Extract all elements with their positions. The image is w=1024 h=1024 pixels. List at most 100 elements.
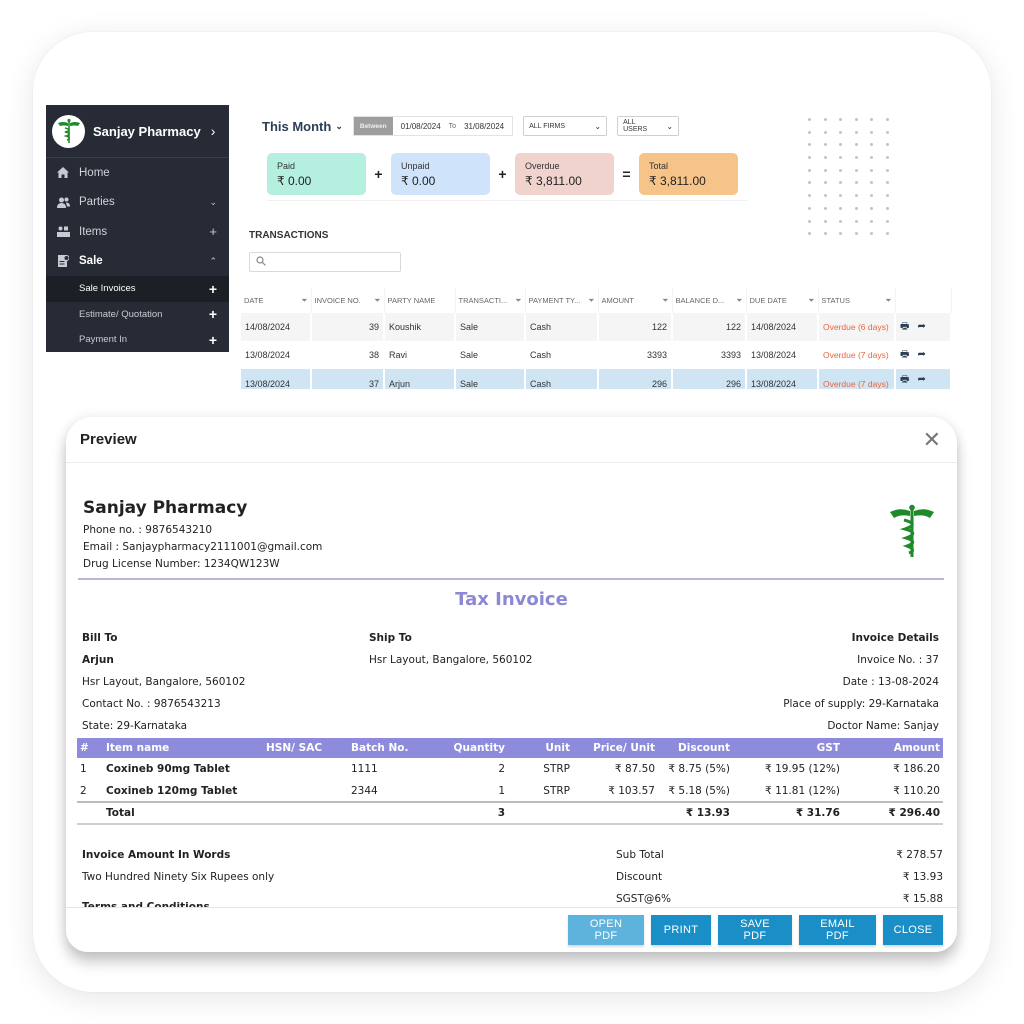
filter-icon[interactable]: ⏷ xyxy=(808,296,814,306)
share-icon[interactable]: ➦ xyxy=(917,321,925,332)
print-icon[interactable]: 🖶 xyxy=(900,374,909,385)
summary-value: ₹ 278.57 xyxy=(896,849,943,861)
column-header-date[interactable]: DATE ⏷ xyxy=(241,288,312,313)
cell-invoice-no: 37 xyxy=(311,369,385,389)
add-estimate-icon[interactable]: + xyxy=(209,306,217,322)
overdue-card[interactable]: Overdue ₹ 3,811.00 xyxy=(515,153,614,195)
decorative-dot xyxy=(823,156,827,160)
chevron-up-icon[interactable]: ⌃ xyxy=(209,256,217,267)
chevron-down-icon: ⌄ xyxy=(335,120,343,131)
add-item-icon[interactable]: + xyxy=(209,224,217,239)
column-header-invoice-no[interactable]: INVOICE NO. ⏷ xyxy=(311,288,385,313)
period-label: This Month xyxy=(262,118,332,134)
decorative-dot xyxy=(854,143,858,147)
print-icon[interactable]: 🖶 xyxy=(900,349,909,360)
period-dropdown[interactable]: This Month ⌄ xyxy=(262,119,343,134)
decorative-dot xyxy=(823,130,827,134)
sale-icon xyxy=(56,255,70,268)
filter-icon[interactable]: ⏷ xyxy=(588,296,594,306)
column-header-due-date[interactable]: DUE DATE ⏷ xyxy=(746,288,819,313)
close-button[interactable]: CLOSE xyxy=(883,915,943,945)
decorative-dot xyxy=(823,118,827,121)
share-icon[interactable]: ➦ xyxy=(917,349,925,360)
print-icon[interactable]: 🖶 xyxy=(900,321,909,332)
filter-icon[interactable]: ⏷ xyxy=(301,296,307,306)
column-header-balance-due[interactable]: BALANCE D... ⏷ xyxy=(672,288,747,313)
bill-to-heading: Bill To xyxy=(82,632,118,644)
table-row-selected[interactable]: 13/08/2024 37 Arjun Sale Cash 296 296 13… xyxy=(241,369,952,389)
transactions-table: DATE ⏷ INVOICE NO. ⏷ PARTY NAME TRANSACTI.… xyxy=(241,288,952,389)
unpaid-card[interactable]: Unpaid ₹ 0.00 xyxy=(391,153,490,195)
cell-date: 13/08/2024 xyxy=(241,341,312,369)
filter-icon[interactable]: ⏷ xyxy=(736,296,742,306)
total-card[interactable]: Total ₹ 3,811.00 xyxy=(639,153,738,195)
filter-icon[interactable]: ⏷ xyxy=(662,296,668,306)
column-header-amount[interactable]: AMOUNT ⏷ xyxy=(598,288,673,313)
decorative-dot xyxy=(885,181,889,185)
decorative-dot xyxy=(839,181,842,185)
decorative-dot xyxy=(839,194,842,198)
decorative-dot xyxy=(885,130,889,134)
decorative-dot xyxy=(823,143,827,147)
decorative-dot xyxy=(854,130,858,134)
cell-type: Sale xyxy=(455,341,526,369)
column-header-transaction-type[interactable]: TRANSACTI... ⏷ xyxy=(455,288,526,313)
firm-select[interactable]: ALL FIRMS ⌄ xyxy=(523,116,608,136)
item-amount: ₹ 110.20 xyxy=(893,784,940,797)
column-header-status[interactable]: STATUS ⏷ xyxy=(818,288,896,313)
cell-balance: 3393 xyxy=(672,341,747,369)
filter-icon[interactable]: ⏷ xyxy=(885,296,891,306)
row-actions: 🖶 ➦ xyxy=(895,369,952,389)
modal-title: Preview xyxy=(80,431,137,448)
cell-invoice-no: 38 xyxy=(311,341,385,369)
decorative-dot xyxy=(885,156,889,160)
sidebar-item-sale[interactable]: Sale ⌃ xyxy=(46,247,229,277)
sidebar-subitem-estimate-quotation[interactable]: Estimate/ Quotation + xyxy=(46,302,229,328)
email-pdf-button[interactable]: EMAIL PDF xyxy=(799,915,876,945)
search-input[interactable] xyxy=(270,253,400,271)
equals-operator: = xyxy=(622,166,631,182)
chevron-right-icon[interactable]: › xyxy=(211,123,216,139)
close-icon[interactable]: ✕ xyxy=(923,428,941,451)
decorative-dot xyxy=(870,143,873,147)
table-row[interactable]: 13/08/2024 38 Ravi Sale Cash 3393 3393 1… xyxy=(241,341,952,369)
transactions-search[interactable] xyxy=(249,252,401,272)
to-date-input[interactable]: 31/08/2024 xyxy=(456,122,512,131)
item-gst: ₹ 19.95 (12%) xyxy=(765,763,840,775)
invoice-details-heading: Invoice Details xyxy=(851,632,939,644)
to-label: To xyxy=(448,122,457,130)
cell-amount: 3393 xyxy=(598,341,673,369)
sidebar-item-items[interactable]: Items + xyxy=(46,217,229,247)
column-header-payment-type[interactable]: PAYMENT TY... ⏷ xyxy=(525,288,599,313)
share-icon[interactable]: ➦ xyxy=(917,374,925,385)
status-badge: Overdue (7 days) xyxy=(818,341,896,369)
decorative-dot-grid xyxy=(808,118,892,236)
filter-icon[interactable]: ⏷ xyxy=(374,296,380,306)
paid-card[interactable]: Paid ₹ 0.00 xyxy=(267,153,366,195)
sidebar-item-parties[interactable]: Parties ⌄ xyxy=(46,188,229,218)
transactions-heading: TRANSACTIONS xyxy=(249,230,329,241)
amount-in-words: Two Hundred Ninety Six Rupees only xyxy=(82,871,275,883)
from-date-input[interactable]: 01/08/2024 xyxy=(393,122,449,131)
column-header-actions xyxy=(895,288,952,313)
sidebar-header[interactable]: Sanjay Pharmacy › xyxy=(46,105,229,158)
decorative-dot xyxy=(823,168,827,172)
open-pdf-button[interactable]: OPEN PDF xyxy=(568,915,644,945)
decorative-dot xyxy=(823,206,827,210)
sidebar-subitem-payment-in[interactable]: Payment In + xyxy=(46,327,229,353)
add-payment-in-icon[interactable]: + xyxy=(209,332,217,348)
table-row[interactable]: 14/08/2024 39 Koushik Sale Cash 122 122 … xyxy=(241,313,952,341)
filter-icon[interactable]: ⏷ xyxy=(515,296,521,306)
sidebar-item-home[interactable]: Home xyxy=(46,158,229,188)
column-header-party-name[interactable]: PARTY NAME xyxy=(384,288,456,313)
sidebar-subitem-sale-invoices[interactable]: Sale Invoices + xyxy=(46,276,229,302)
col-batch: Batch No. xyxy=(348,738,443,758)
chevron-down-icon[interactable]: ⌄ xyxy=(209,197,217,208)
col-hsn: HSN/ SAC xyxy=(263,738,348,758)
decorative-dot xyxy=(839,232,842,236)
user-select[interactable]: ALL USERS ⌄ xyxy=(617,116,680,136)
print-button[interactable]: PRINT xyxy=(651,915,711,945)
cell-balance: 296 xyxy=(672,369,747,389)
add-sale-invoice-icon[interactable]: + xyxy=(209,281,217,297)
save-pdf-button[interactable]: SAVE PDF xyxy=(718,915,792,945)
